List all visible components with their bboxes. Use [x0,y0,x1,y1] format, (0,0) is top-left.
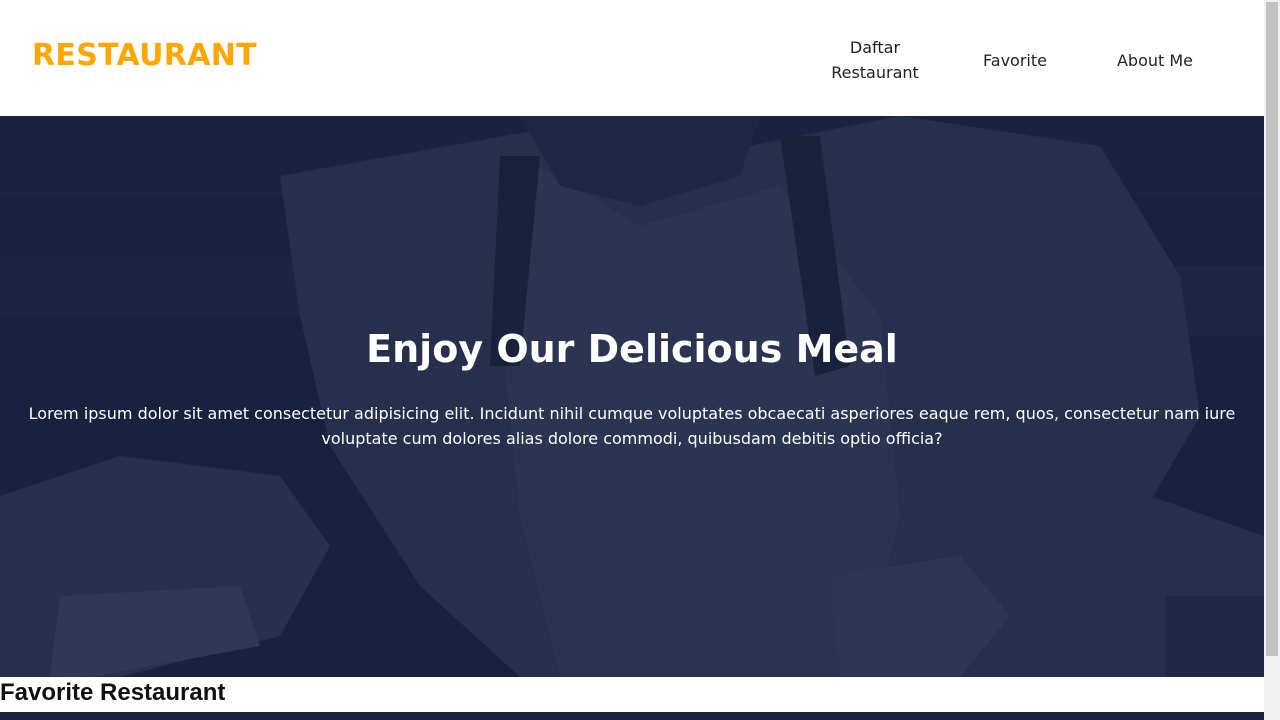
section-title: Favorite Restaurant [0,679,226,706]
page: RESTAURANT Daftar Restaurant Favorite Ab… [0,0,1264,720]
scrollbar-thumb[interactable] [1266,2,1278,656]
restaurant-list-strip [0,712,1264,720]
hero-section: Enjoy Our Delicious Meal Lorem ipsum dol… [0,116,1264,677]
nav-label-line1: Daftar [849,38,901,57]
site-logo[interactable]: RESTAURANT [32,38,257,73]
main-nav: Daftar Restaurant Favorite About Me [805,23,1225,97]
nav-favorite[interactable]: Favorite [945,48,1085,73]
hero-description: Lorem ipsum dolor sit amet consectetur a… [28,404,1236,448]
vertical-scrollbar[interactable] [1264,0,1280,720]
nav-daftar-restaurant[interactable]: Daftar Restaurant [805,35,945,85]
app-bar: RESTAURANT Daftar Restaurant Favorite Ab… [0,0,1264,116]
hero-title: Enjoy Our Delicious Meal [366,327,898,371]
nav-label-line2: Restaurant [831,63,919,82]
nav-about-me[interactable]: About Me [1085,48,1225,73]
hero-overlay [0,116,1264,677]
